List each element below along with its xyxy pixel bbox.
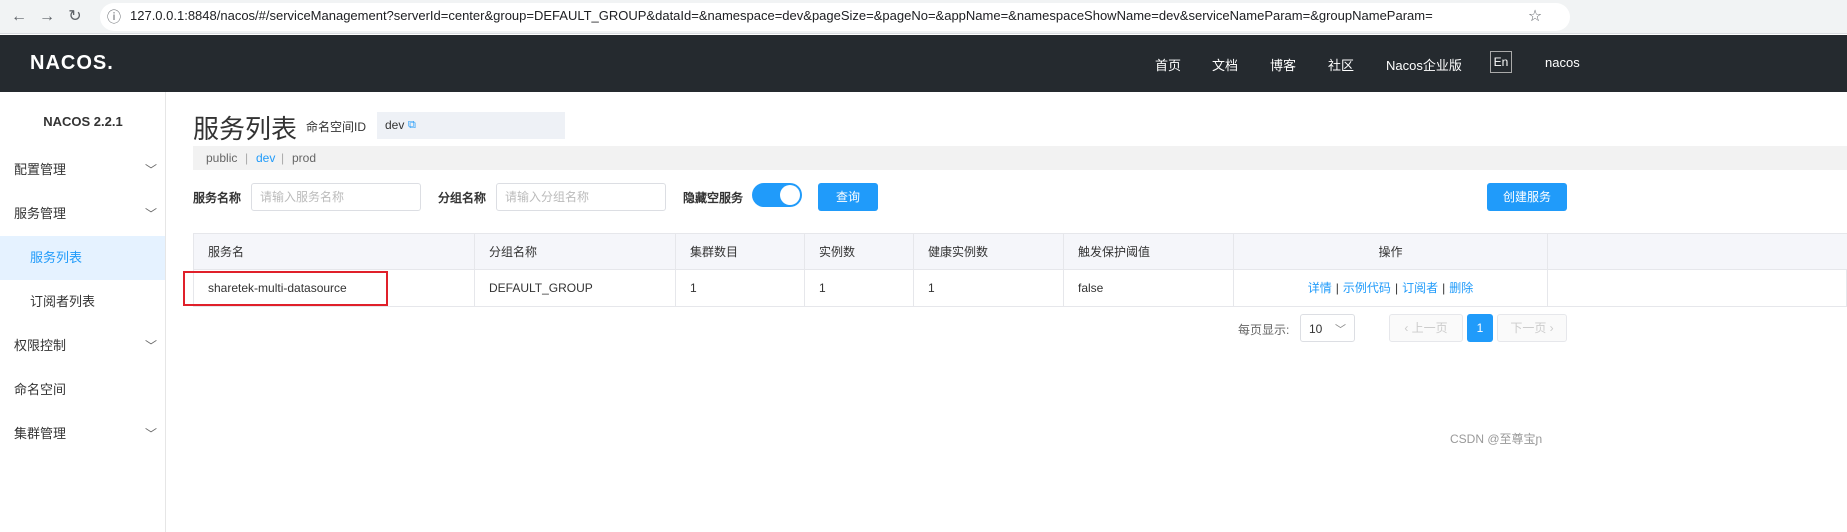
col-protect-threshold: 触发保护阈值 <box>1064 234 1234 270</box>
table-row: sharetek-multi-datasource DEFAULT_GROUP … <box>194 270 1847 307</box>
cell-group-name: DEFAULT_GROUP <box>475 270 676 307</box>
namespace-tabs: public | dev | prod <box>193 146 1847 170</box>
subscribers-link[interactable]: 订阅者 <box>1402 281 1438 295</box>
nacos-logo[interactable]: NACOS. <box>30 52 114 75</box>
nav-enterprise[interactable]: Nacos企业版 <box>1386 55 1462 74</box>
cell-cluster-count: 1 <box>676 270 805 307</box>
sidebar-item-config[interactable]: 配置管理 ﹀ <box>0 148 165 192</box>
reload-icon[interactable]: ↻ <box>64 6 86 28</box>
namespace-id-value: dev <box>385 118 405 132</box>
sidebar: NACOS 2.2.1 配置管理 ﹀ 服务管理 ﹀ 服务列表 订阅者列表 权限控… <box>0 92 166 532</box>
hide-empty-label: 隐藏空服务 <box>683 191 744 205</box>
sidebar-item-service-list[interactable]: 服务列表 <box>0 236 165 280</box>
sidebar-item-subscribers[interactable]: 订阅者列表 <box>0 280 165 324</box>
prev-page-button[interactable]: ‹ 上一页 <box>1389 314 1463 342</box>
tab-prod[interactable]: prod <box>292 151 316 165</box>
chevron-down-icon: ﹀ <box>144 427 157 441</box>
namespace-id-box: dev ⧉ <box>377 112 565 139</box>
browser-toolbar: ← → ↻ ⓘ 127.0.0.1:8848/nacos/#/serviceMa… <box>0 0 1847 34</box>
service-name-label: 服务名称 <box>193 191 242 205</box>
sidebar-item-label: 权限控制 <box>14 338 67 353</box>
nav-docs[interactable]: 文档 <box>1212 55 1238 74</box>
nav-community[interactable]: 社区 <box>1328 55 1354 74</box>
chevron-right-icon: › <box>1546 321 1554 335</box>
toggle-knob <box>780 185 800 205</box>
page-size-value: 10 <box>1309 322 1323 336</box>
next-page-button[interactable]: 下一页 › <box>1497 314 1567 342</box>
group-name-label: 分组名称 <box>438 191 487 205</box>
cell-instance-count: 1 <box>805 270 914 307</box>
cell-protect-threshold: false <box>1064 270 1234 307</box>
user-menu[interactable]: nacos <box>1545 55 1580 70</box>
tab-public[interactable]: public <box>206 151 237 165</box>
detail-link[interactable]: 详情 <box>1308 281 1332 295</box>
sidebar-item-label: 命名空间 <box>14 382 67 397</box>
sidebar-item-label: 配置管理 <box>14 162 67 177</box>
site-info-icon[interactable]: ⓘ <box>103 6 125 28</box>
cell-operations: 详情 | 示例代码 | 订阅者 | 删除 <box>1234 270 1548 307</box>
forward-icon[interactable]: → <box>36 6 58 28</box>
chevron-down-icon: ﹀ <box>144 339 157 353</box>
nav-home[interactable]: 首页 <box>1155 55 1181 74</box>
chevron-down-icon: ﹀ <box>144 163 157 177</box>
watermark: CSDN @至尊宝ɲ <box>1450 432 1543 446</box>
sidebar-item-auth[interactable]: 权限控制 ﹀ <box>0 324 165 368</box>
create-service-button[interactable]: 创建服务 <box>1487 183 1567 211</box>
next-label: 下一页 <box>1510 321 1547 335</box>
cell-healthy-count: 1 <box>914 270 1064 307</box>
version-label: NACOS 2.2.1 <box>43 114 123 129</box>
tab-separator: | <box>245 151 249 165</box>
tab-dev[interactable]: dev <box>256 151 275 165</box>
nav-blog[interactable]: 博客 <box>1270 55 1296 74</box>
chevron-left-icon: ‹ <box>1404 321 1412 335</box>
prev-label: 上一页 <box>1411 321 1448 335</box>
sidebar-item-namespace[interactable]: 命名空间 <box>0 368 165 412</box>
table-header: 服务名 分组名称 集群数目 实例数 健康实例数 触发保护阈值 操作 <box>194 234 1847 270</box>
sidebar-item-cluster[interactable]: 集群管理 ﹀ <box>0 412 165 456</box>
col-operations: 操作 <box>1234 234 1548 270</box>
group-name-input[interactable] <box>496 183 666 211</box>
highlight-annotation <box>183 271 388 306</box>
chevron-down-icon: ﹀ <box>1335 324 1346 336</box>
page-title: 服务列表 <box>193 114 298 144</box>
service-table: 服务名 分组名称 集群数目 实例数 健康实例数 触发保护阈值 操作 sharet… <box>193 233 1847 307</box>
back-icon[interactable]: ← <box>8 6 30 28</box>
col-instance-count: 实例数 <box>805 234 914 270</box>
col-healthy-count: 健康实例数 <box>914 234 1064 270</box>
sidebar-item-label: 服务管理 <box>14 206 67 221</box>
sample-code-link[interactable]: 示例代码 <box>1343 281 1391 295</box>
url-text[interactable]: 127.0.0.1:8848/nacos/#/serviceManagement… <box>130 8 1433 23</box>
col-group-name: 分组名称 <box>475 234 676 270</box>
sidebar-item-label: 订阅者列表 <box>30 294 96 309</box>
sidebar-item-label: 服务列表 <box>30 250 83 265</box>
page-size-label: 每页显示: <box>1238 323 1290 337</box>
page-size-select[interactable]: 10 ﹀ <box>1300 314 1355 342</box>
copy-icon[interactable]: ⧉ <box>408 119 420 131</box>
sidebar-item-service[interactable]: 服务管理 ﹀ <box>0 192 165 236</box>
service-name-input[interactable] <box>251 183 421 211</box>
hide-empty-toggle[interactable] <box>752 183 802 207</box>
current-page[interactable]: 1 <box>1467 314 1493 342</box>
query-button[interactable]: 查询 <box>818 183 878 211</box>
language-toggle[interactable]: En <box>1490 51 1512 73</box>
delete-link[interactable]: 删除 <box>1449 281 1473 295</box>
col-cluster-count: 集群数目 <box>676 234 805 270</box>
top-header: NACOS. 首页 文档 博客 社区 Nacos企业版 En nacos <box>0 35 1847 92</box>
tab-separator: | <box>281 151 285 165</box>
sidebar-item-label: 集群管理 <box>14 426 67 441</box>
col-service-name: 服务名 <box>194 234 475 270</box>
chevron-down-icon: ﹀ <box>144 207 157 221</box>
bookmark-star-icon[interactable]: ☆ <box>1524 6 1546 28</box>
namespace-id-label: 命名空间ID <box>306 120 367 134</box>
